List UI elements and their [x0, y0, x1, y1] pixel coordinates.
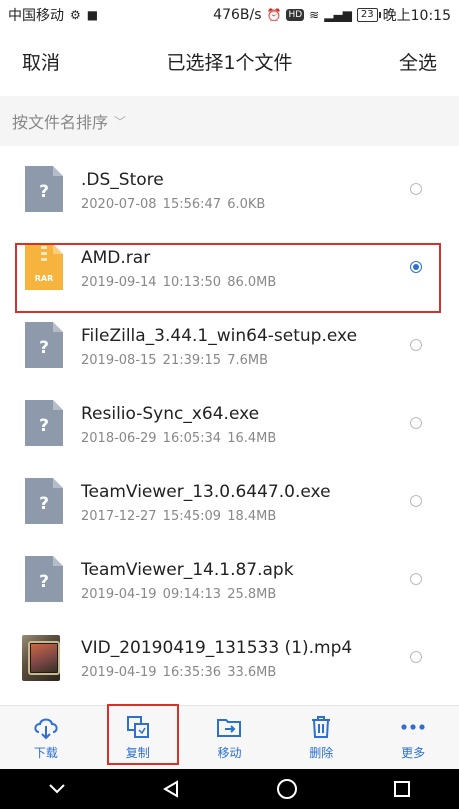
carrier-label: 中国移动	[8, 8, 64, 24]
copy-button[interactable]: 复制	[92, 706, 184, 769]
file-name: TeamViewer_13.0.6447.0.exe	[81, 482, 331, 502]
move-folder-icon	[217, 719, 242, 737]
unknown-file-icon: ?	[25, 556, 63, 602]
alarm-icon: ⏰	[266, 8, 282, 22]
select-radio[interactable]	[410, 495, 422, 507]
file-meta: 2017-12-27 15:45:09 18.4MB	[81, 509, 277, 524]
file-list-item[interactable]: VID_20190419_131533 (1).mp4 2019-04-19 16…	[0, 618, 459, 696]
network-speed: 476B/s	[213, 7, 262, 23]
file-list-item[interactable]: ? Resilio-Sync_x64.exe 2018-06-29 16:05:34…	[0, 384, 459, 462]
download-label: 下载	[33, 746, 58, 760]
file-meta: 2019-08-15 21:39:15 7.6MB	[81, 353, 269, 368]
unknown-file-icon: ?	[25, 166, 63, 212]
system-nav-bar	[0, 769, 459, 809]
file-name: .DS_Store	[81, 170, 164, 190]
delete-button[interactable]: 删除	[275, 706, 367, 769]
svg-text:?: ?	[39, 182, 49, 202]
chevron-down-icon[interactable]	[47, 782, 67, 796]
copy-label: 复制	[125, 746, 150, 760]
sort-selector[interactable]: 按文件名排序 ﹀	[0, 96, 459, 146]
battery-icon: 23	[356, 8, 381, 22]
file-list-item[interactable]: ? .DS_Store 2020-07-08 15:56:47 6.0KB	[0, 150, 459, 228]
download-button[interactable]: 下载	[0, 706, 92, 769]
file-name: VID_20190419_131533 (1).mp4	[81, 638, 353, 658]
file-name: FileZilla_3.44.1_win64-setup.exe	[81, 326, 358, 346]
signal-icon: ▂▄▆	[324, 8, 352, 22]
svg-text:?: ?	[39, 416, 49, 436]
svg-text:?: ?	[39, 494, 49, 514]
file-list-item[interactable]: ? FileZilla_3.44.1_win64-setup.exe 2019-08…	[0, 306, 459, 384]
recents-icon[interactable]	[392, 779, 412, 799]
bottom-toolbar: 下载 复制 移动 删除 更多	[0, 705, 459, 769]
video-thumbnail	[22, 635, 60, 681]
hd-icon: HD	[286, 9, 305, 21]
svg-text:RAR: RAR	[35, 274, 54, 283]
chevron-down-icon: ﹀	[114, 114, 127, 129]
select-radio[interactable]	[410, 417, 422, 429]
file-list-item[interactable]: ? TeamViewer_13.0.6447.0.exe 2017-12-27 15…	[0, 462, 459, 540]
sort-label: 按文件名排序	[12, 113, 109, 132]
file-name: TeamViewer_14.1.87.apk	[81, 560, 294, 580]
unknown-file-icon: ?	[25, 322, 63, 368]
message-icon: ■	[86, 8, 99, 22]
trash-icon	[312, 716, 331, 738]
rar-archive-icon: RAR	[25, 244, 63, 290]
file-meta: 2019-04-19 16:35:36 33.6MB	[81, 665, 277, 680]
unknown-file-icon: ?	[25, 400, 63, 446]
cancel-button[interactable]: 取消	[22, 48, 60, 75]
unknown-file-icon: ?	[25, 478, 63, 524]
home-icon[interactable]	[276, 778, 298, 800]
delete-label: 删除	[309, 746, 334, 760]
file-list-item[interactable]: RAR AMD.rar 2019-09-14 10:13:50 86.0MB	[0, 228, 459, 306]
svg-text:?: ?	[39, 572, 49, 592]
select-all-button[interactable]: 全选	[399, 48, 437, 75]
page-title: 已选择1个文件	[166, 51, 293, 74]
notification-icon: ⚙	[70, 8, 81, 22]
file-list-item[interactable]: ? TeamViewer_14.1.87.apk 2019-04-19 09:14:…	[0, 540, 459, 618]
file-name: Resilio-Sync_x64.exe	[81, 404, 260, 424]
file-meta: 2020-07-08 15:56:47 6.0KB	[81, 197, 266, 212]
status-bar: 中国移动 ⚙ ■ 476B/s ⏰ HD ≋ ▂▄▆ 23 晚上10:15	[0, 0, 459, 30]
file-name: AMD.rar	[81, 248, 151, 268]
select-radio[interactable]	[410, 573, 422, 585]
file-meta: 2019-04-19 09:14:13 25.8MB	[81, 587, 277, 602]
select-radio[interactable]	[410, 261, 422, 273]
select-radio[interactable]	[410, 651, 422, 663]
file-meta: 2019-09-14 10:13:50 86.0MB	[81, 275, 277, 290]
move-button[interactable]: 移动	[184, 706, 276, 769]
header: 取消 已选择1个文件 全选	[0, 30, 459, 92]
svg-text:?: ?	[39, 338, 49, 358]
download-icon	[34, 718, 58, 740]
file-meta: 2018-06-29 16:05:34 16.4MB	[81, 431, 277, 446]
select-radio[interactable]	[410, 183, 422, 195]
more-dots-icon	[401, 724, 425, 730]
copy-icon	[126, 716, 149, 738]
select-radio[interactable]	[410, 339, 422, 351]
back-icon[interactable]	[161, 779, 181, 799]
more-label: 更多	[401, 746, 426, 760]
clock: 晚上10:15	[382, 8, 451, 24]
move-label: 移动	[217, 746, 242, 760]
more-button[interactable]: 更多	[367, 706, 459, 769]
wifi-icon: ≋	[309, 8, 320, 22]
